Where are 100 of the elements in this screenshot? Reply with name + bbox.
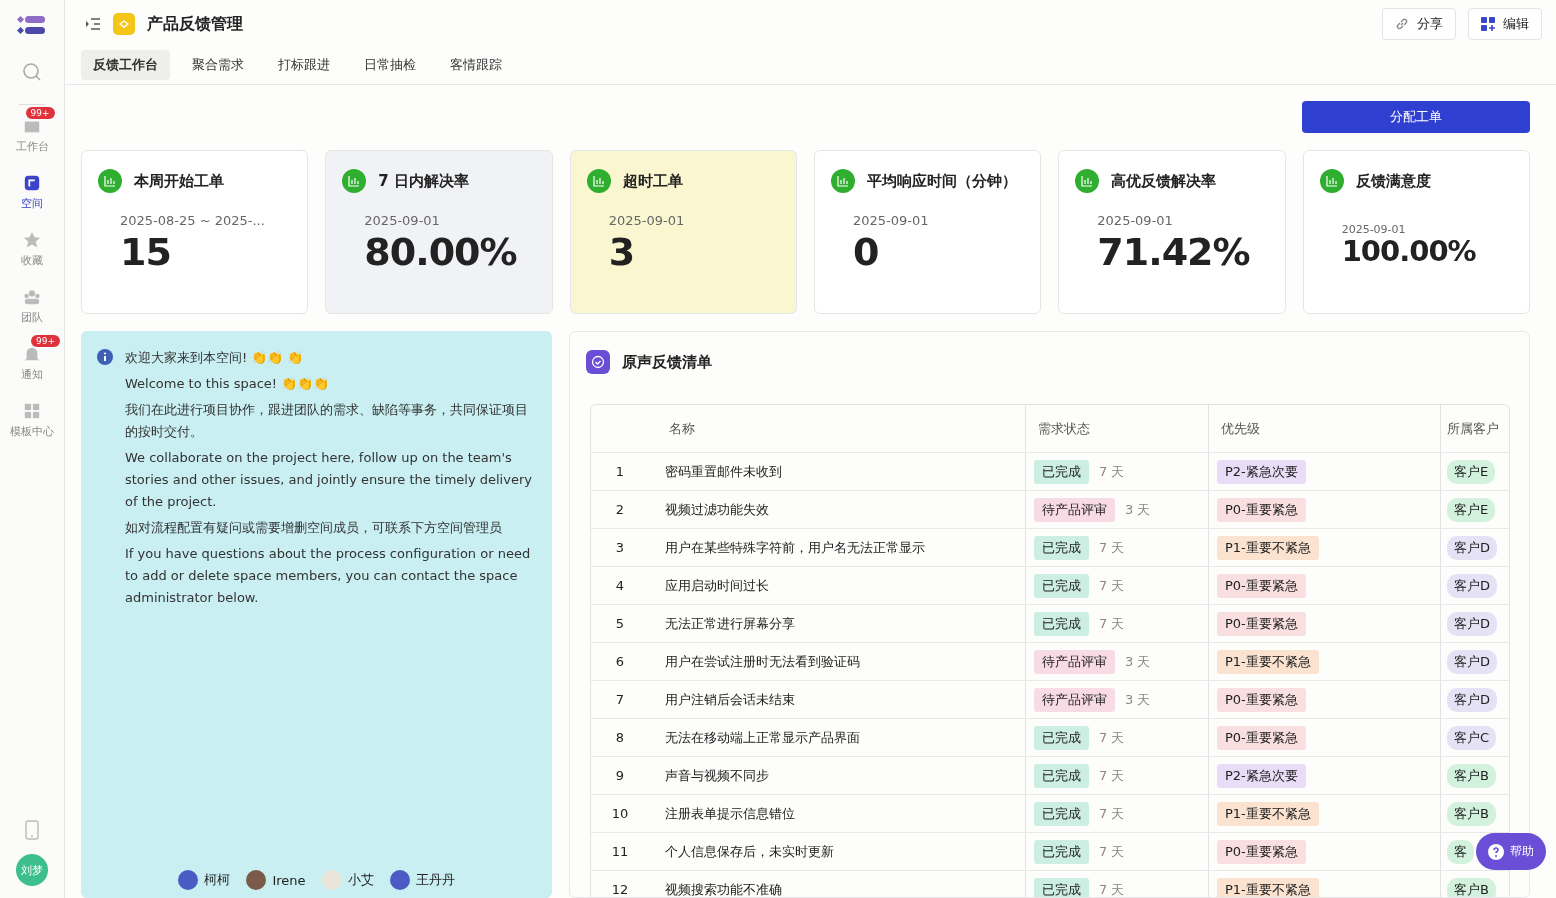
table-cell: 密码重置邮件未收到	[665, 462, 782, 481]
stat-title: 本周开始工单	[134, 171, 224, 191]
sidebar-toggle-icon[interactable]	[85, 17, 101, 31]
notice-text: 如对流程配置有疑问或需要增删空间成员，可联系下方空间管理员	[125, 519, 503, 537]
tab[interactable]: 反馈工作台	[81, 50, 170, 80]
column-header[interactable]: 优先级	[1221, 419, 1260, 438]
sidebar-label: 工作台	[15, 139, 49, 154]
column-header[interactable]: 所属客户	[1447, 419, 1499, 438]
table-cell: 注册表单提示信息错位	[665, 804, 795, 823]
customer-tag: 客户E	[1447, 497, 1496, 522]
notice-text: If you have questions about the process configuration or need to add or delete space members, you can contact the space administrator below.	[125, 545, 532, 607]
duration-text: 7 天	[1099, 576, 1125, 595]
stat-value: 15	[120, 232, 172, 274]
help-icon	[1488, 843, 1504, 860]
row-number: 10	[611, 806, 629, 821]
sidebar-item[interactable]: 工作台	[15, 117, 49, 154]
sidebar-item[interactable]: 团队	[21, 288, 43, 325]
duration-text: 7 天	[1099, 728, 1125, 747]
customer-tag: 客	[1447, 839, 1474, 864]
priority-tag: P1-重要不紧急	[1217, 535, 1319, 560]
admin-name[interactable]: Irene	[272, 872, 306, 888]
stat-value: 80.00%	[364, 232, 518, 274]
status-tag: 已完成	[1034, 459, 1089, 484]
priority-tag: P1-重要不紧急	[1217, 649, 1319, 674]
duration-text: 3 天	[1125, 690, 1151, 709]
duration-text: 7 天	[1099, 538, 1125, 557]
assign-button[interactable]: 分配工单	[1302, 101, 1530, 133]
status-tag: 已完成	[1034, 535, 1089, 560]
priority-tag: P0-重要紧急	[1217, 573, 1306, 598]
admin-name[interactable]: 柯柯	[204, 871, 231, 889]
customer-tag: 客户B	[1447, 801, 1496, 826]
chart-icon	[1319, 169, 1344, 193]
stat-title: 反馈满意度	[1355, 171, 1431, 191]
tab[interactable]: 打标跟进	[266, 50, 342, 80]
row-number: 1	[615, 464, 625, 479]
row-number: 6	[615, 654, 625, 669]
team-icon	[23, 288, 41, 306]
duration-text: 3 天	[1125, 500, 1151, 519]
stat-value: 3	[608, 232, 636, 274]
sidebar-label: 模板中心	[10, 424, 54, 439]
duration-text: 7 天	[1099, 462, 1125, 481]
customer-tag: 客户B	[1447, 877, 1496, 897]
status-tag: 已完成	[1034, 801, 1089, 826]
priority-tag: P0-重要紧急	[1217, 839, 1306, 864]
notice-text: 欢迎大家来到本空间! 👏👏 👏	[125, 349, 305, 367]
status-tag: 待产品评审	[1034, 497, 1115, 522]
table-cell: 视频搜索功能不准确	[665, 880, 782, 897]
priority-tag: P0-重要紧急	[1217, 497, 1306, 522]
row-number: 5	[615, 616, 625, 631]
priority-tag: P0-重要紧急	[1217, 687, 1306, 712]
table-cell: 用户在某些特殊字符前，用户名无法正常显示	[665, 538, 925, 557]
stat-value: 100.00%	[1341, 236, 1477, 268]
notice-text: We collaborate on the project here, follow up on the team's stories and other issues, and jointly ensure the timely delivery of the project.	[125, 449, 533, 511]
column-header[interactable]: 需求状态	[1038, 419, 1090, 438]
status-tag: 已完成	[1034, 763, 1089, 788]
sidebar-item[interactable]: 模板中心	[10, 402, 54, 439]
page-title: 产品反馈管理	[147, 13, 243, 35]
status-tag: 已完成	[1034, 839, 1089, 864]
row-number: 9	[615, 768, 625, 783]
priority-tag: P2-紧急次要	[1217, 459, 1306, 484]
sidebar-item[interactable]: 通知	[21, 345, 43, 382]
priority-tag: P1-重要不紧急	[1217, 877, 1319, 897]
sidebar-label: 收藏	[21, 253, 43, 268]
header-action-button[interactable]: 编辑	[1468, 8, 1542, 40]
status-tag: 已完成	[1034, 725, 1089, 750]
row-number: 2	[615, 502, 625, 517]
sidebar-item[interactable]: 空间	[21, 174, 43, 211]
duration-text: 7 天	[1099, 842, 1125, 861]
tab[interactable]: 聚合需求	[180, 50, 256, 80]
bell-icon	[23, 345, 41, 363]
list-title: 原声反馈清单	[622, 352, 712, 372]
customer-tag: 客户C	[1447, 725, 1497, 750]
duration-text: 7 天	[1099, 614, 1125, 633]
stat-date: 2025-09-01	[608, 213, 686, 228]
tab[interactable]: 客情跟踪	[438, 50, 514, 80]
header-action-button[interactable]: 分享	[1382, 8, 1456, 40]
row-number: 7	[615, 692, 625, 707]
priority-tag: P0-重要紧急	[1217, 725, 1306, 750]
tab[interactable]: 日常抽检	[352, 50, 428, 80]
admin-name[interactable]: 小艾	[347, 871, 374, 889]
column-header[interactable]: 名称	[669, 419, 695, 438]
admin-name[interactable]: 王丹丹	[415, 871, 455, 889]
duration-text: 3 天	[1125, 652, 1151, 671]
help-button[interactable]: 帮助	[1476, 833, 1546, 870]
notice-text: 我们在此进行项目协作，跟进团队的需求、缺陷等事务，共同保证项目的按时交付。	[125, 401, 529, 441]
duration-text: 7 天	[1099, 766, 1125, 785]
table-cell: 视频过滤功能失效	[665, 500, 769, 519]
stat-date: 2025-09-01	[1097, 213, 1174, 228]
logo-icon[interactable]	[17, 14, 47, 36]
count-badge: 99+	[25, 107, 55, 119]
app-icon	[113, 13, 135, 35]
row-number: 11	[611, 844, 629, 859]
priority-tag: P0-重要紧急	[1217, 611, 1306, 636]
sidebar-label: 通知	[21, 367, 43, 382]
customer-tag: 客户D	[1447, 573, 1497, 598]
row-number: 4	[615, 578, 625, 593]
stat-date: 2025-09-01	[853, 213, 930, 228]
table-cell: 用户注销后会话未结束	[665, 690, 795, 709]
sidebar-item[interactable]: 收藏	[21, 231, 43, 268]
duration-text: 7 天	[1099, 880, 1125, 897]
